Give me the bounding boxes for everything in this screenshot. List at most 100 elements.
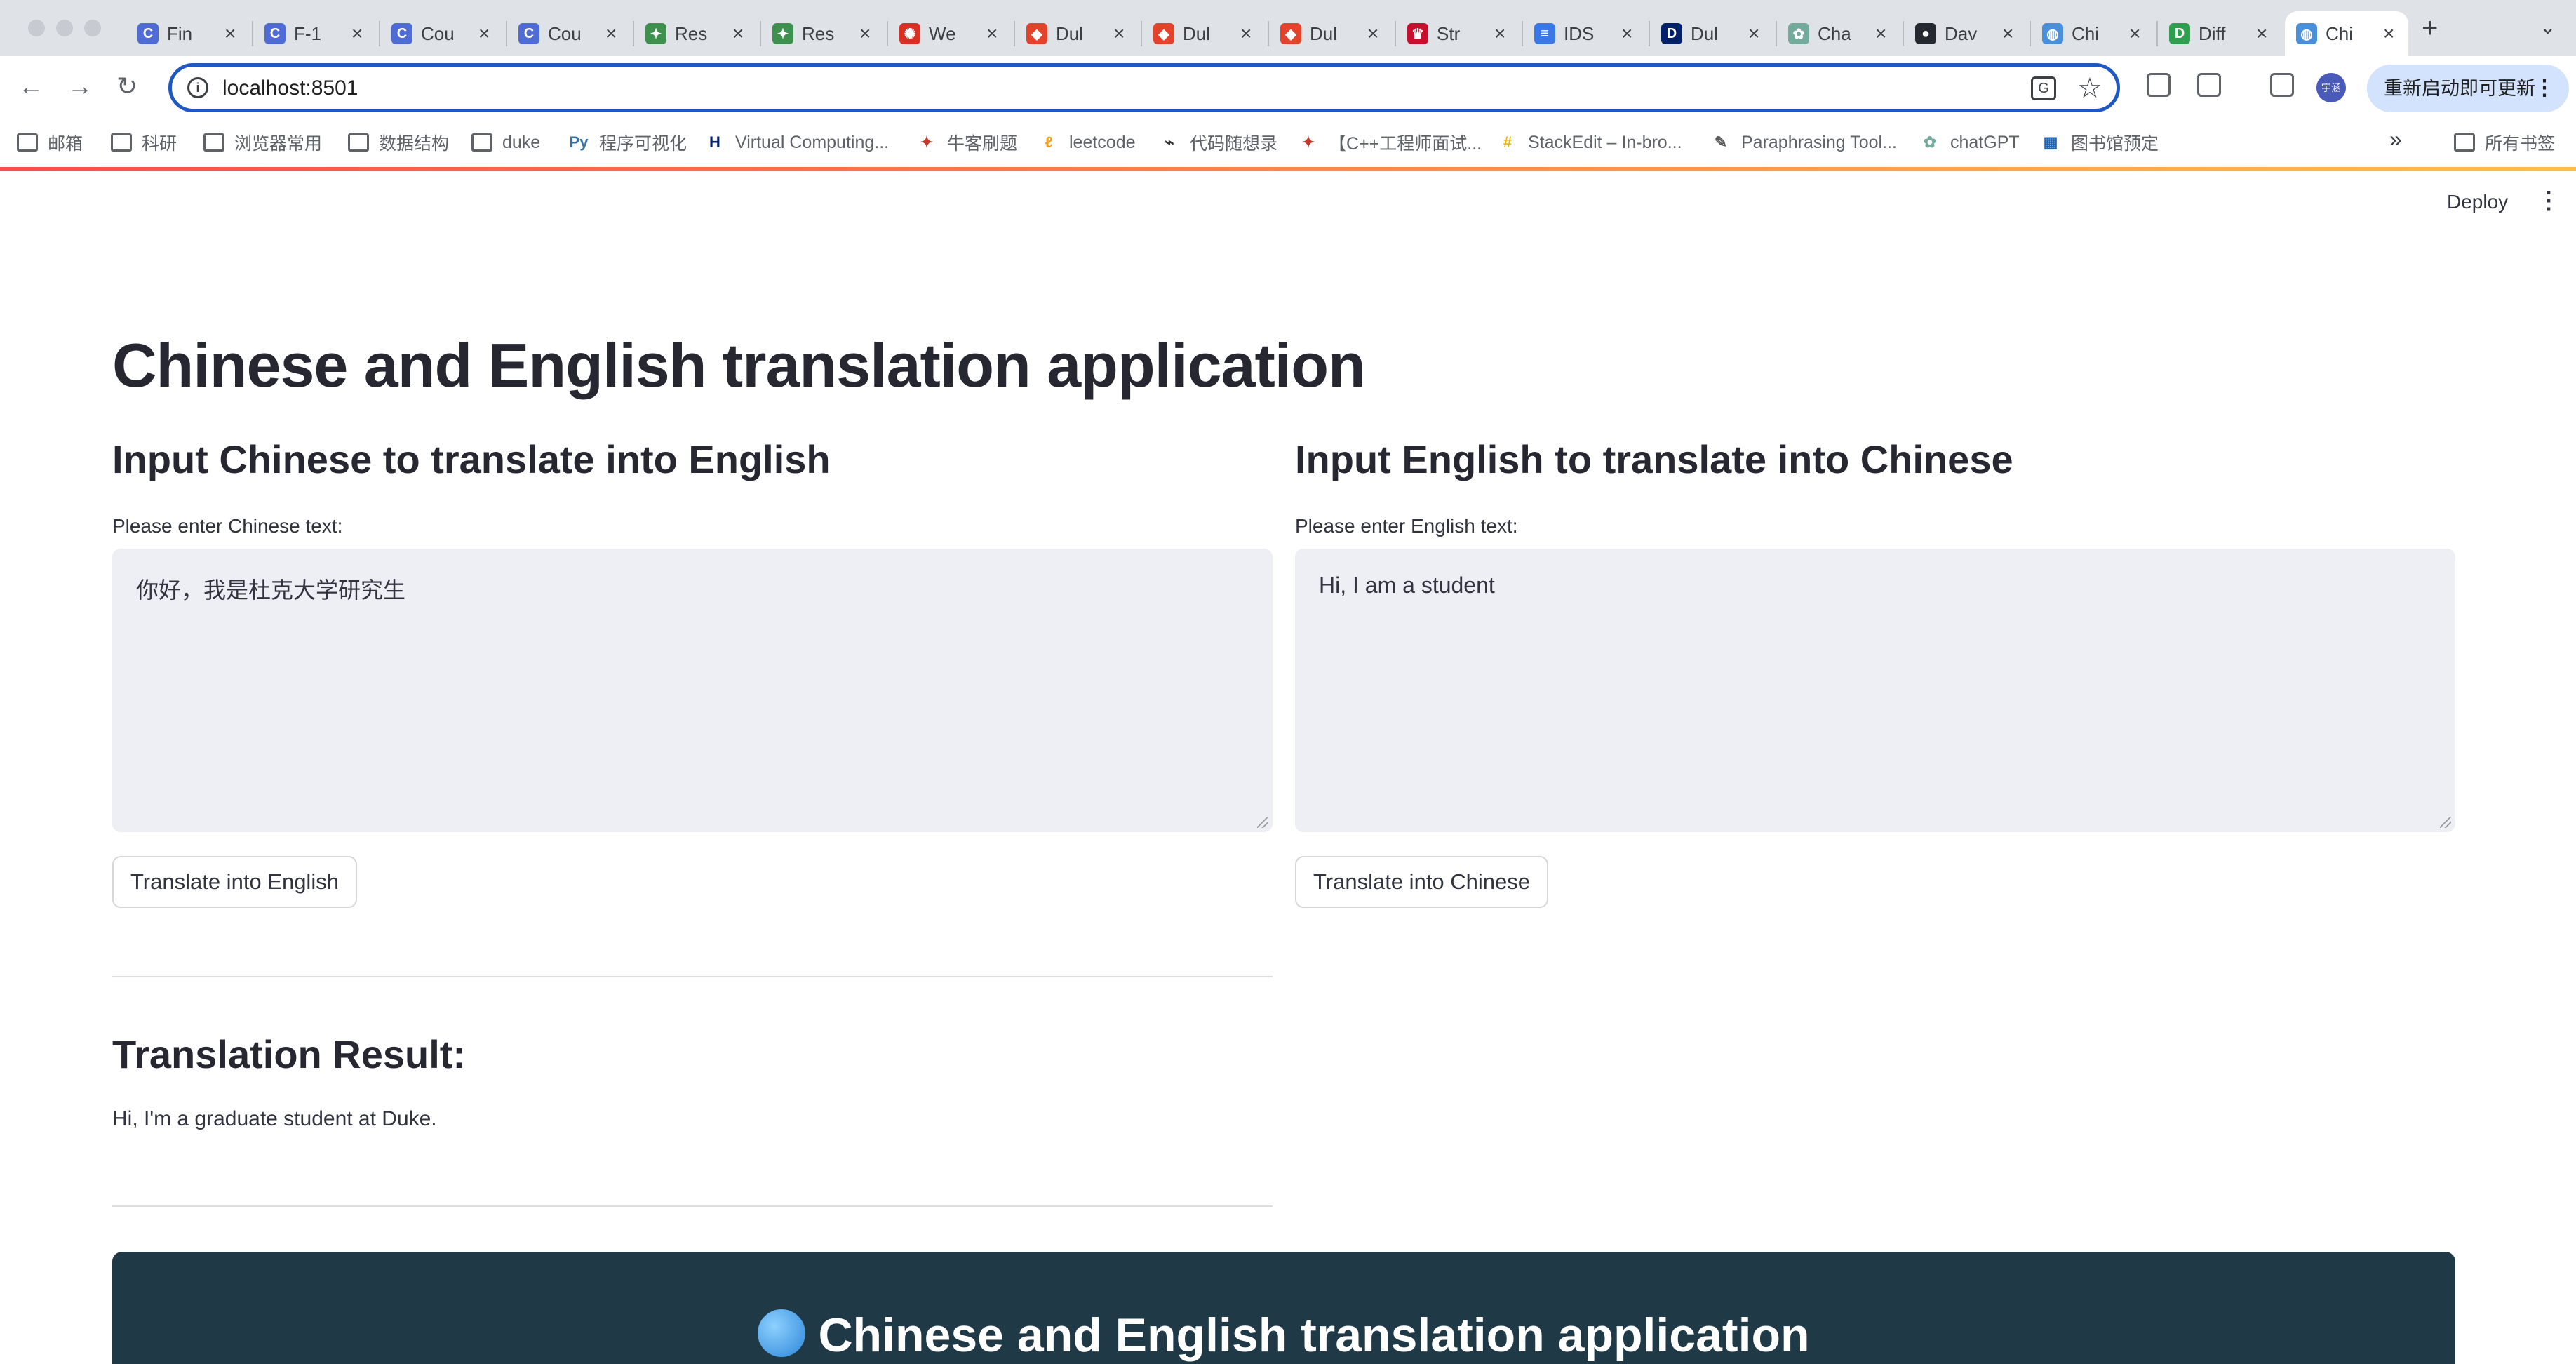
bookmark-label: 牛客刷题 [947,134,1018,154]
chinese-text-input[interactable]: 你好，我是杜克大学研究生 [112,549,1273,832]
translate-icon[interactable]: G [2031,76,2056,100]
window-zoom-dot[interactable] [84,20,101,36]
tab-close-icon[interactable]: × [2383,24,2394,44]
page-title: Chinese and English translation applicat… [112,330,1366,400]
tab-close-icon[interactable]: × [1240,24,1252,44]
bookmark-item[interactable]: ✎ Paraphrasing Tool... [1710,128,1897,156]
bookmark-item[interactable]: 科研 [111,128,177,156]
browser-tab[interactable]: C Cou × [507,11,631,56]
browser-tab[interactable]: ✦ Res × [761,11,885,56]
browser-tab[interactable]: ◆ Dul × [1015,11,1139,56]
browser-tab[interactable]: ✺ We × [888,11,1012,56]
tab-close-icon[interactable]: × [859,24,871,44]
bookmark-item[interactable]: ℓ leetcode [1038,128,1136,156]
bookmark-item[interactable]: duke [471,128,540,156]
update-button[interactable]: 重新启动即可更新 ⋮ [2367,65,2569,112]
forward-arrow-icon[interactable]: → [67,72,93,101]
tab-close-icon[interactable]: × [224,24,236,44]
bookmark-item[interactable]: Py 程序可视化 [568,128,687,156]
browser-tab[interactable]: C Cou × [380,11,504,56]
browser-tab[interactable]: ◆ Dul × [1142,11,1266,56]
code-icon: ⌁ [1165,133,1174,151]
tab-title: IDS [1564,22,1595,44]
back-arrow-icon[interactable]: ← [18,72,43,101]
footer-title: Chinese and English translation applicat… [112,1308,2455,1363]
resize-handle-icon[interactable] [1257,817,1268,828]
tab-close-icon[interactable]: × [1494,24,1505,44]
main-menu-icon[interactable]: ⋮ [2537,187,2561,215]
tab-close-icon[interactable]: × [986,24,998,44]
extensions-icon[interactable] [2197,73,2221,97]
bookmark-item[interactable]: ✦ 牛客刷题 [916,128,1017,156]
reading-mode-icon[interactable] [2147,73,2171,97]
tab-close-icon[interactable]: × [1113,24,1125,44]
chinese-input-heading: Input Chinese to translate into English [112,437,831,481]
bookmarks-overflow-icon[interactable]: » [2389,126,2402,152]
tab-close-icon[interactable]: × [2129,24,2140,44]
translate-into-english-button[interactable]: Translate into English [112,856,357,908]
tab-title: Chi [2326,22,2354,44]
bookmark-item[interactable]: 数据结构 [348,128,449,156]
bookmark-label: duke [502,132,541,152]
bookmark-item[interactable]: 邮箱 [17,128,83,156]
bookmark-item[interactable]: 浏览器常用 [203,128,322,156]
tab-close-icon[interactable]: × [1367,24,1378,44]
tab-close-icon[interactable]: × [2256,24,2267,44]
browser-tab[interactable]: ≡ IDS × [1523,11,1646,56]
bookmark-item[interactable]: ✦ 【C++工程师面试... [1298,128,1482,156]
tab-close-icon[interactable]: × [732,24,744,44]
reload-icon[interactable]: ↻ [116,72,137,101]
browser-tab[interactable]: ◆ Dul × [1269,11,1393,56]
bookmark-star-icon[interactable]: ☆ [2077,72,2102,105]
tab-title: Dul [1056,22,1084,44]
python-icon: Py [569,133,589,151]
tab-search-chevron-icon[interactable]: ⌄ [2540,15,2556,39]
tab-close-icon[interactable]: × [1875,24,1886,44]
profile-avatar[interactable]: 宇涵 [2316,73,2346,102]
deploy-button[interactable]: Deploy [2447,191,2508,213]
browser-tab[interactable]: C Fin × [126,11,250,56]
browser-tab[interactable]: ◍ Chi × [2285,11,2408,56]
tab-title: Diff [2199,22,2226,44]
divider [112,1205,1273,1207]
translate-into-chinese-button[interactable]: Translate into Chinese [1295,856,1549,908]
tab-title: Cou [421,22,455,44]
window-close-dot[interactable] [28,20,45,36]
window-minimize-dot[interactable] [56,20,73,36]
browser-tab[interactable]: ✿ Cha × [1777,11,1900,56]
more-menu-icon[interactable]: ⋮ [2534,65,2555,112]
tab-favicon-icon: ◆ [1026,23,1047,44]
browser-tab[interactable]: D Diff × [2158,11,2281,56]
tab-close-icon[interactable]: × [1621,24,1632,44]
browser-tab[interactable]: ● Dav × [1904,11,2027,56]
browser-tab[interactable]: D Dul × [1650,11,1773,56]
tab-title: We [929,22,956,44]
tab-close-icon[interactable]: × [478,24,490,44]
bookmark-item[interactable]: # StackEdit – In-bro... [1497,128,1682,156]
site-info-icon[interactable]: i [187,77,208,98]
tab-close-icon[interactable]: × [1748,24,1759,44]
resize-handle-icon[interactable] [2440,817,2451,828]
browser-tab[interactable]: ♛ Str × [1396,11,1520,56]
folder-icon [203,133,224,152]
address-bar[interactable]: i localhost:8501 G ☆ [168,63,2120,112]
address-url[interactable]: localhost:8501 [222,76,358,100]
tab-close-icon[interactable]: × [605,24,617,44]
tab-close-icon[interactable]: × [2002,24,2013,44]
bookmark-item[interactable]: ⌁ 代码随想录 [1159,128,1277,156]
all-bookmarks[interactable]: 所有书签 [2454,128,2555,156]
new-tab-icon[interactable]: + [2422,13,2438,44]
browser-tab[interactable]: ◍ Chi × [2031,11,2154,56]
tab-title: Cou [548,22,582,44]
bookmark-item[interactable]: ✿ chatGPT [1919,128,2020,156]
nowcoder-icon: ✦ [920,133,934,151]
tab-close-icon[interactable]: × [351,24,363,44]
stackedit-icon: # [1503,133,1512,151]
english-text-input[interactable]: Hi, I am a student [1295,549,2455,832]
bookmark-item[interactable]: ▦ 图书馆预定 [2040,128,2159,156]
browser-tab[interactable]: C F-1 × [253,11,377,56]
side-panel-icon[interactable] [2270,73,2294,97]
tab-favicon-icon: ◍ [2042,23,2063,44]
browser-tab[interactable]: ✦ Res × [634,11,758,56]
bookmark-item[interactable]: H Virtual Computing... [704,128,889,156]
